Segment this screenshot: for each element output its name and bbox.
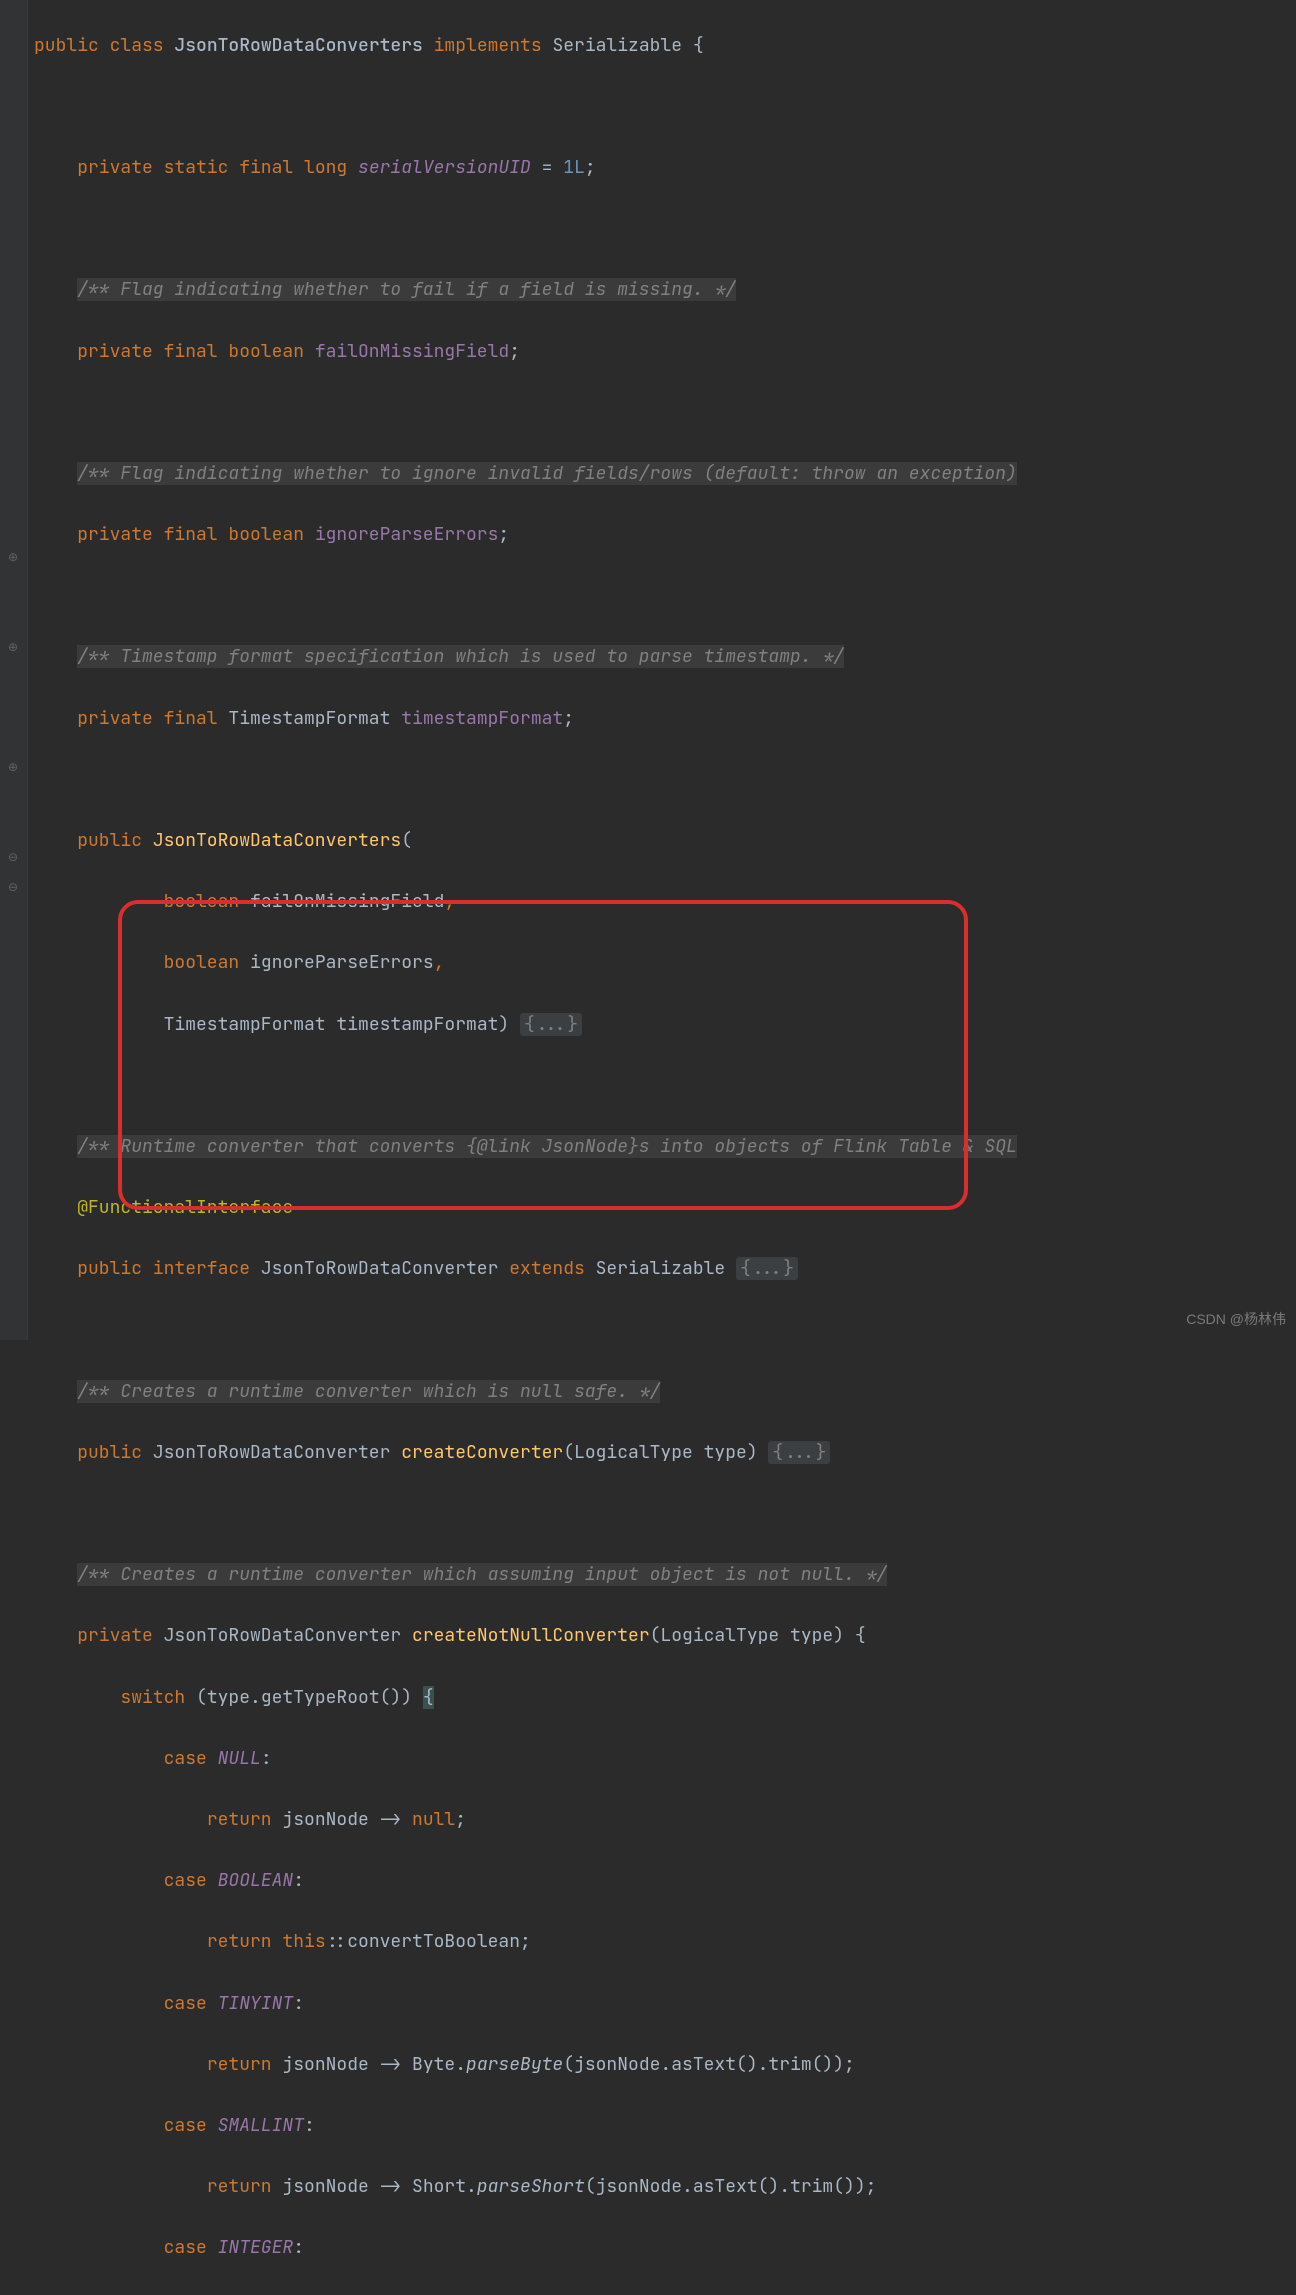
- fold-minus-icon[interactable]: ⊖: [6, 850, 20, 864]
- code-line: /** Creates a runtime converter which as…: [34, 1560, 1296, 1591]
- code-line: case SMALLINT:: [34, 2111, 1296, 2142]
- code-line: /** Creates a runtime converter which is…: [34, 1377, 1296, 1408]
- watermark-text: CSDN @杨林伟: [1186, 1308, 1286, 1332]
- code-line: case BOOLEAN:: [34, 1866, 1296, 1897]
- fold-plus-icon[interactable]: ⊕: [6, 760, 20, 774]
- code-line: return jsonNode -> Short.parseShort(json…: [34, 2172, 1296, 2203]
- code-line: /** Flag indicating whether to ignore in…: [34, 459, 1296, 490]
- code-line: public class JsonToRowDataConverters imp…: [34, 31, 1296, 62]
- code-line: private final TimestampFormat timestampF…: [34, 704, 1296, 735]
- fold-plus-icon[interactable]: ⊕: [6, 550, 20, 564]
- fold-region[interactable]: {...}: [736, 1257, 798, 1280]
- code-line: /** Flag indicating whether to fail if a…: [34, 275, 1296, 306]
- code-line: boolean ignoreParseErrors,: [34, 948, 1296, 979]
- code-line: boolean failOnMissingField,: [34, 887, 1296, 918]
- code-line: switch (type.getTypeRoot()) {: [34, 1683, 1296, 1714]
- code-line: /** Runtime converter that converts {@li…: [34, 1132, 1296, 1163]
- fold-minus-icon[interactable]: ⊖: [6, 880, 20, 894]
- code-line: public JsonToRowDataConverter createConv…: [34, 1438, 1296, 1469]
- code-line: return jsonNode -> Byte.parseByte(jsonNo…: [34, 2050, 1296, 2081]
- code-line: case INTEGER:: [34, 2233, 1296, 2264]
- fold-region[interactable]: {...}: [768, 1441, 830, 1464]
- fold-plus-icon[interactable]: ⊕: [6, 640, 20, 654]
- code-line: case TINYINT:: [34, 1989, 1296, 2020]
- code-line: private static final long serialVersionU…: [34, 153, 1296, 184]
- editor-gutter: ⊕ ⊕ ⊕ ⊖ ⊖: [0, 0, 28, 1340]
- code-line: private final boolean failOnMissingField…: [34, 337, 1296, 368]
- fold-region[interactable]: {...}: [520, 1013, 582, 1036]
- code-line: @FunctionalInterface: [34, 1193, 1296, 1224]
- code-line: private JsonToRowDataConverter createNot…: [34, 1621, 1296, 1652]
- code-editor[interactable]: public class JsonToRowDataConverters imp…: [0, 0, 1296, 2295]
- code-line: /** Timestamp format specification which…: [34, 642, 1296, 673]
- code-line: public JsonToRowDataConverters(: [34, 826, 1296, 857]
- code-line: return jsonNode -> null;: [34, 1805, 1296, 1836]
- code-line: public interface JsonToRowDataConverter …: [34, 1254, 1296, 1285]
- code-line: TimestampFormat timestampFormat) {...}: [34, 1010, 1296, 1041]
- code-line: private final boolean ignoreParseErrors;: [34, 520, 1296, 551]
- code-line: return this::convertToBoolean;: [34, 1927, 1296, 1958]
- code-line: case NULL:: [34, 1744, 1296, 1775]
